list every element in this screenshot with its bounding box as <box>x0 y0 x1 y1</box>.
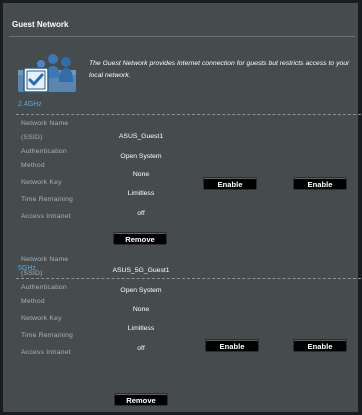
remove-button[interactable]: Remove <box>114 393 168 406</box>
network-name-label: Network Name <box>21 256 69 263</box>
authentication-label: Authentication <box>21 148 67 155</box>
time-remaining-label: Time Remaining <box>21 196 74 203</box>
access-intranet-label: Access Intranet <box>21 213 71 220</box>
guest-network-icon <box>18 54 76 93</box>
network-key-value: None <box>132 171 150 178</box>
network-key-label: Network Key <box>21 315 62 322</box>
guest-network-panel: Guest Network The Guest Network provides… <box>3 3 361 412</box>
network-key-label: Network Key <box>21 179 62 186</box>
time-remaining-value: Limitless <box>127 325 155 332</box>
enable-button[interactable]: Enable <box>293 177 347 190</box>
access-intranet-label: Access Intranet <box>21 349 71 356</box>
network-name-label: Network Name <box>21 120 69 127</box>
network-key-value: None <box>132 306 150 313</box>
page-title: Guest Network <box>12 20 69 29</box>
band-divider <box>16 114 361 115</box>
ssid-label: (SSID) <box>21 134 43 141</box>
auth-method-value: Open System <box>120 287 162 294</box>
method-label: Method <box>21 162 45 169</box>
access-intranet-value: off <box>137 210 145 217</box>
title-divider <box>9 36 355 37</box>
ssid-value: ASUS_Guest1 <box>118 133 164 140</box>
remove-button[interactable]: Remove <box>113 232 167 245</box>
band-divider <box>16 278 361 279</box>
auth-method-value: Open System <box>120 153 162 160</box>
guest-network-description: The Guest Network provides Internet conn… <box>89 60 350 79</box>
ssid-value: ASUS_5G_Guest1 <box>112 267 170 274</box>
ssid-label: (SSID) <box>21 270 43 277</box>
band-label: 2.4GHz <box>18 101 42 108</box>
authentication-label: Authentication <box>21 284 67 291</box>
enable-button[interactable]: Enable <box>203 177 257 190</box>
time-remaining-value: Limitless <box>127 190 155 197</box>
access-intranet-value: off <box>137 345 145 352</box>
enable-button[interactable]: Enable <box>293 339 347 352</box>
enable-button[interactable]: Enable <box>205 339 259 352</box>
method-label: Method <box>21 298 45 305</box>
time-remaining-label: Time Remaining <box>21 332 74 339</box>
